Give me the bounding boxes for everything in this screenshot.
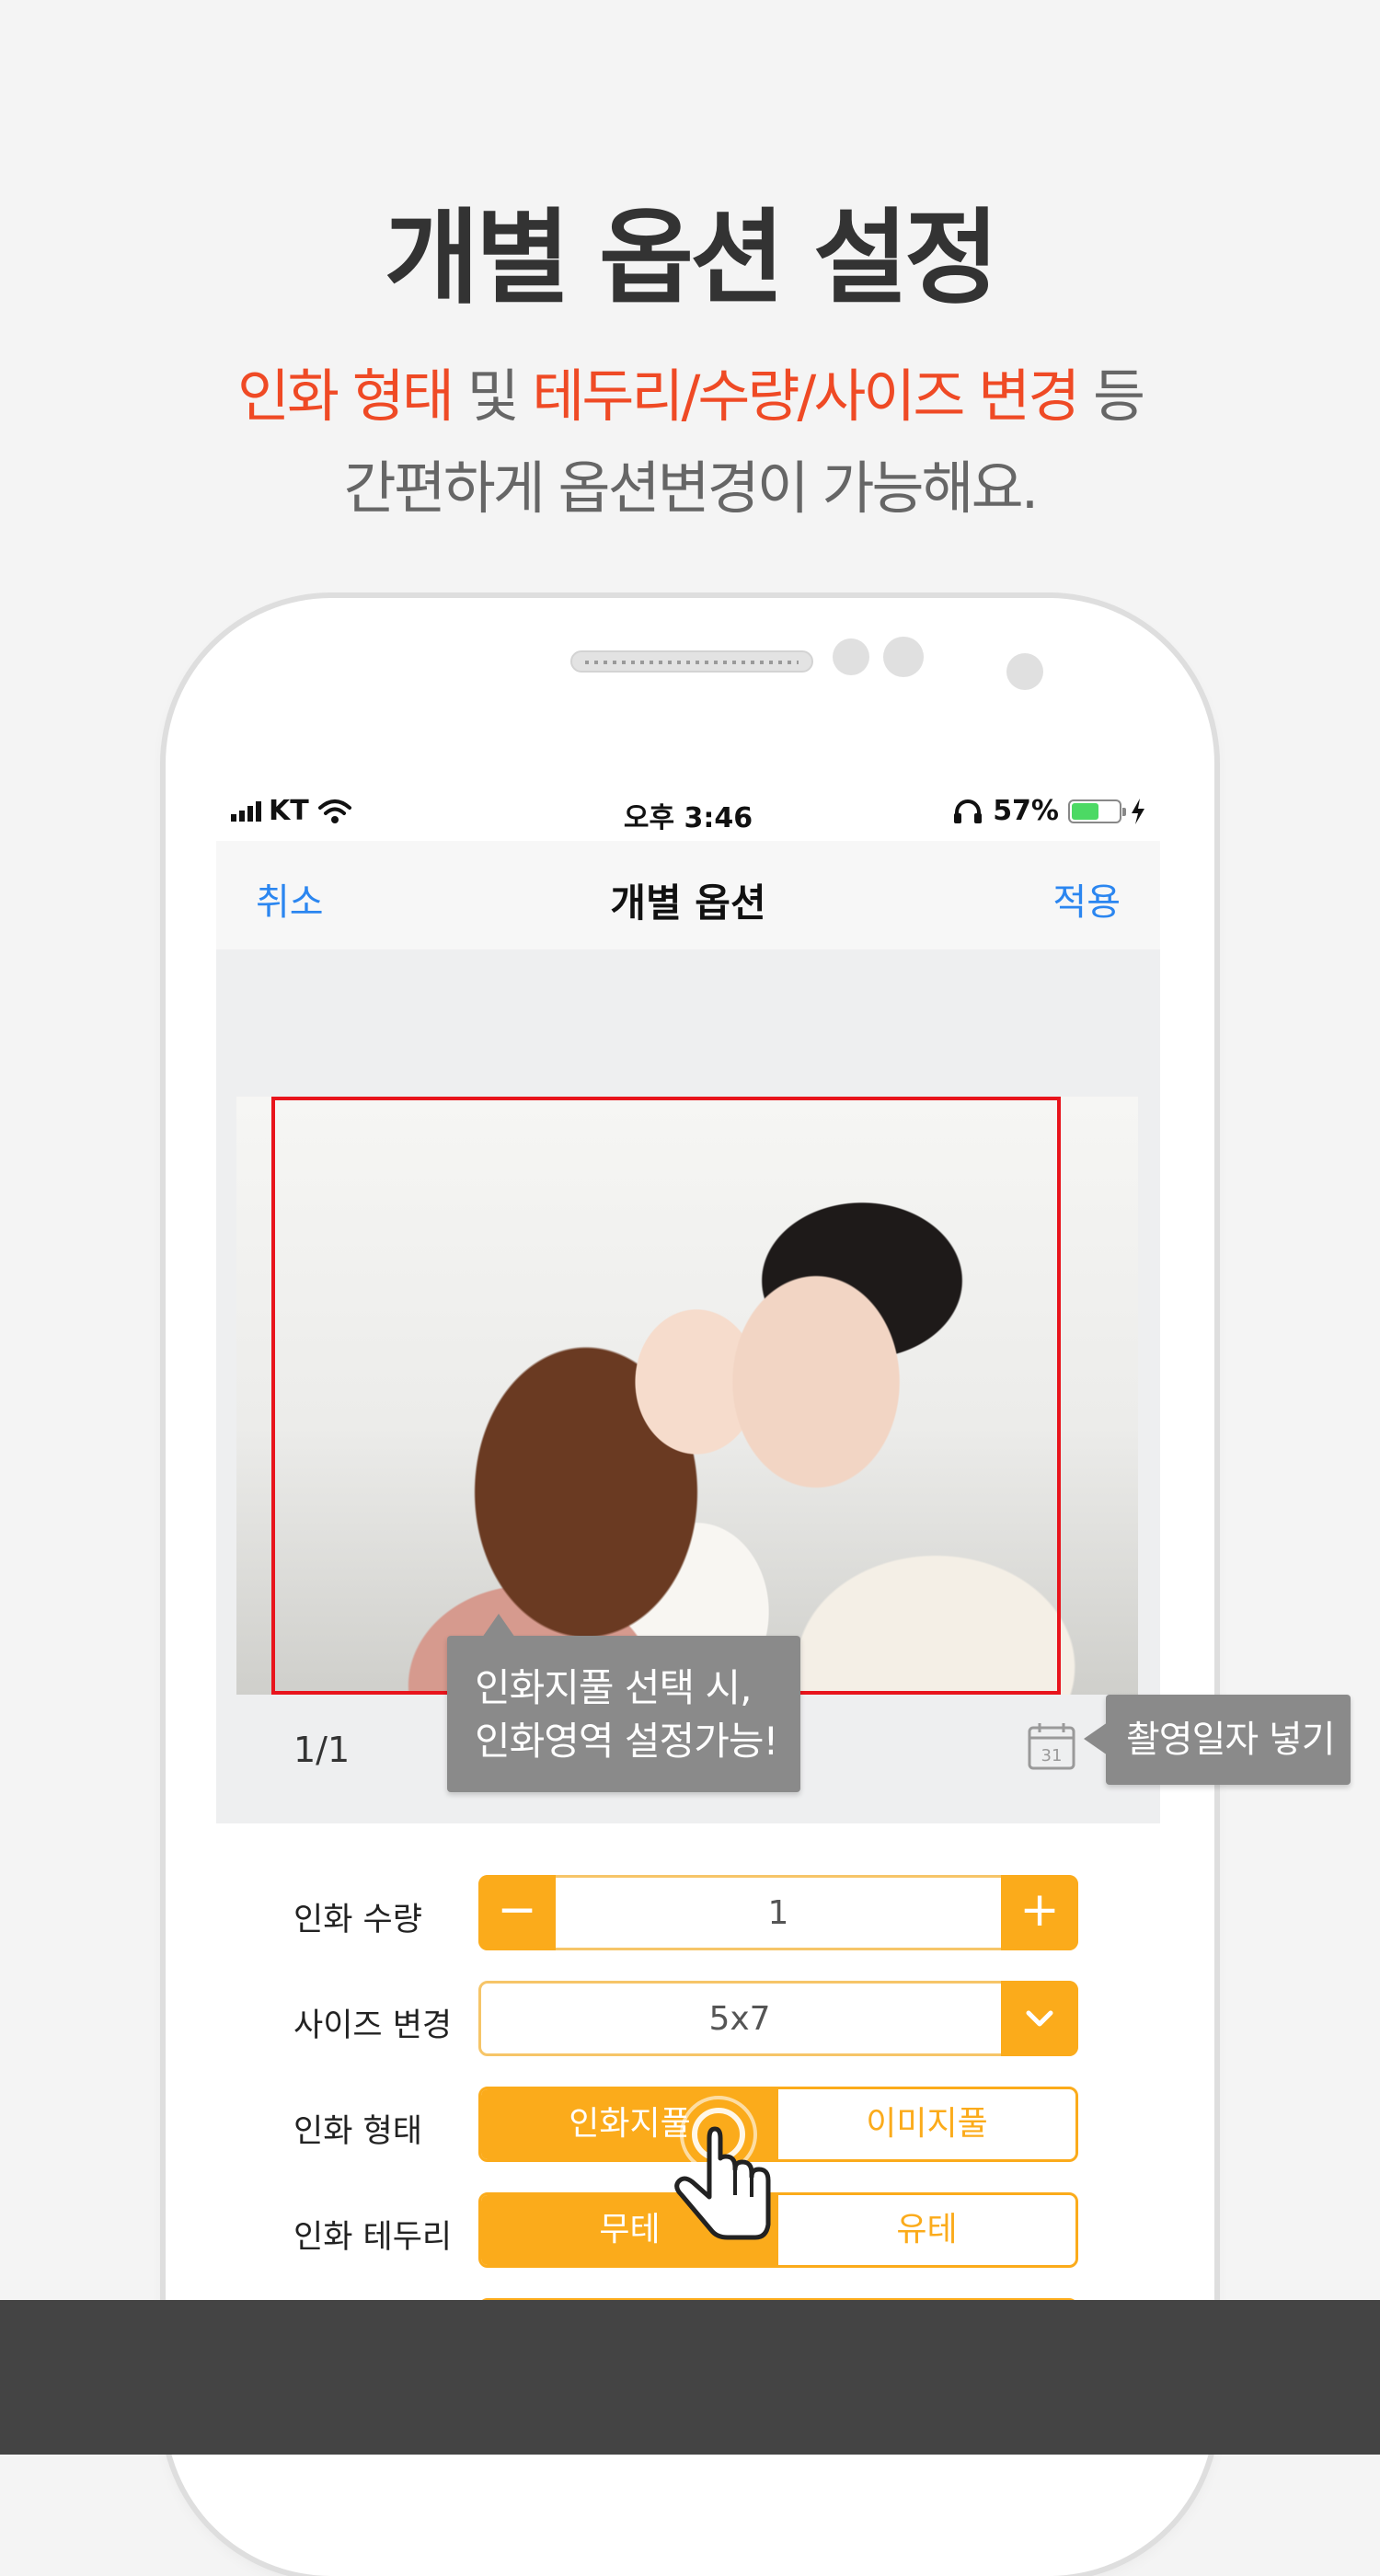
subtitle-line-2: 간편하게 옵션변경이 가능해요. [343, 454, 1040, 522]
size-row: 사이즈 변경 5x7 [216, 1981, 1160, 2058]
print-type-option-image-full[interactable]: 이미지풀 [778, 2089, 1075, 2159]
quantity-value: 1 [767, 1894, 789, 1932]
size-value: 5x7 [708, 2000, 771, 2038]
headline: 개별 옵션 설정 [384, 199, 999, 318]
border-label: 인화 테두리 [293, 2219, 453, 2256]
charging-bolt-icon [1132, 798, 1144, 824]
highlight-options: 테두리/수량/사이즈 변경 [532, 362, 1080, 430]
highlight-print-type: 인화 형태 [237, 362, 454, 430]
print-type-label: 인화 형태 [293, 2113, 422, 2150]
print-crop-area[interactable] [271, 1097, 1061, 1695]
phone-sensor-2 [883, 637, 924, 677]
battery-icon [1068, 799, 1126, 823]
headphones-icon [954, 799, 983, 823]
border-segmented-control: 무테 유테 [478, 2192, 1078, 2268]
size-select[interactable]: 5x7 [478, 1981, 1078, 2056]
phone-speaker [570, 650, 813, 673]
size-dropdown-button[interactable] [1001, 1981, 1078, 2056]
tap-hand-icon [674, 2096, 771, 2240]
phone-camera [1006, 653, 1043, 690]
battery-percent: 57% [993, 795, 1059, 827]
print-type-segmented-control: 인화지풀 이미지풀 [478, 2087, 1078, 2162]
page-title: 개별 옵션 [610, 880, 766, 926]
svg-text:31: 31 [1041, 1746, 1063, 1765]
status-bar: KT 오후 3:46 57% [216, 782, 1160, 841]
subtitle-suffix: 등 [1077, 362, 1145, 430]
border-option-border[interactable]: 유테 [778, 2195, 1075, 2265]
decrease-quantity-button[interactable]: − [478, 1875, 556, 1950]
page-counter: 1/1 [293, 1730, 351, 1770]
phone-sensor-1 [833, 638, 869, 675]
increase-quantity-button[interactable]: + [1001, 1875, 1078, 1950]
quantity-stepper: − 1 + [478, 1875, 1078, 1950]
chevron-down-icon [1026, 2010, 1053, 2027]
crop-tooltip-line-2: 인화영역 설정가능! [475, 1719, 778, 1764]
crop-tooltip-line-1: 인화지풀 선택 시, [475, 1665, 753, 1710]
subtitle-line-1: 인화 형태 및 테두리/수량/사이즈 변경 등 [0, 350, 1380, 432]
crop-area-tooltip: 인화지풀 선택 시, 인화영역 설정가능! [447, 1614, 800, 1792]
battery-level [1072, 802, 1098, 820]
calendar-icon[interactable]: 31 [1026, 1720, 1077, 1772]
navigation-bar: 취소 개별 옵션 적용 [216, 841, 1160, 949]
subtitle-connector: 및 [451, 362, 533, 430]
date-tooltip: 촬영일자 넣기 [1084, 1695, 1351, 1785]
quantity-row: 인화 수량 − 1 + [216, 1875, 1160, 1952]
size-label: 사이즈 변경 [293, 2007, 453, 2044]
quantity-label: 인화 수량 [293, 1902, 422, 1938]
bottom-bar [0, 2300, 1380, 2455]
apply-button[interactable]: 적용 [1052, 872, 1121, 926]
